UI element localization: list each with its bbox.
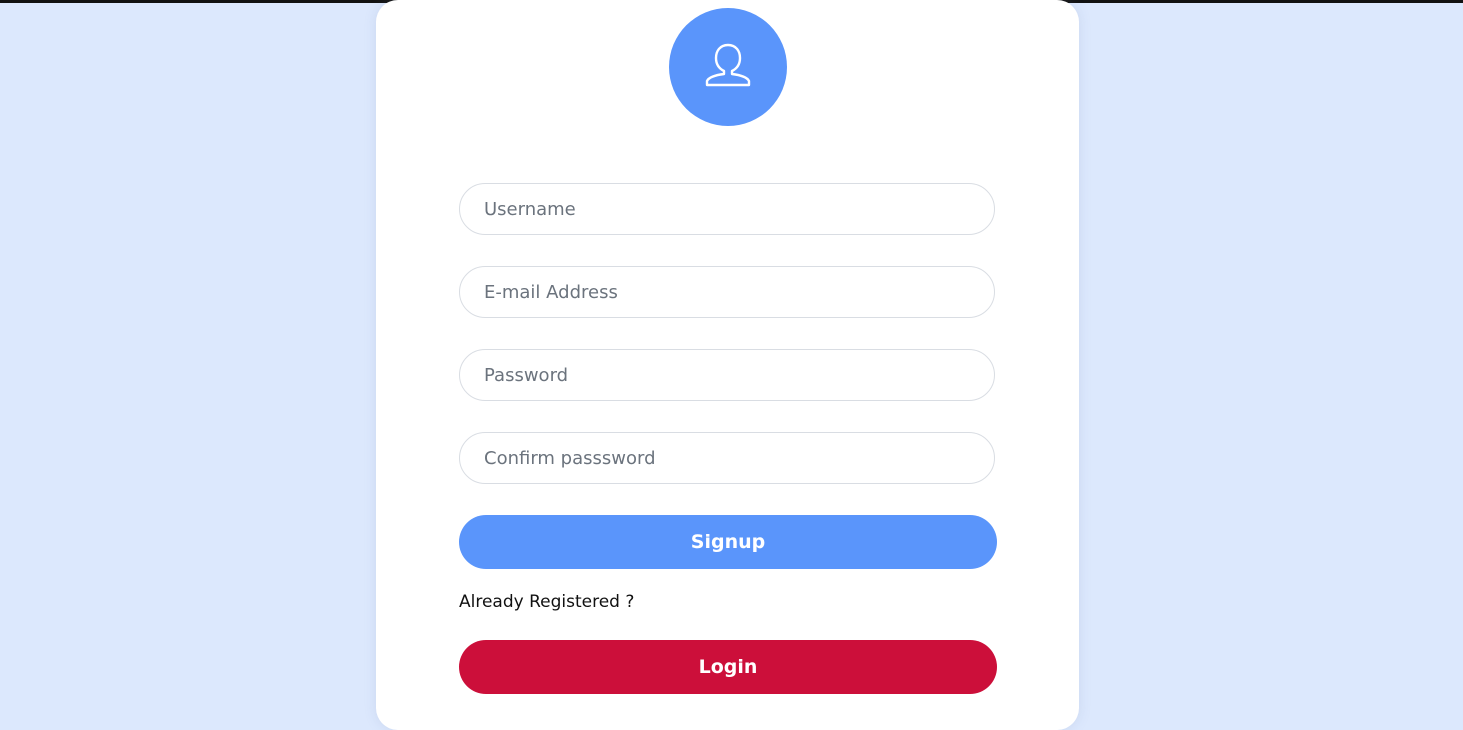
user-icon xyxy=(702,39,754,95)
confirm-password-input[interactable] xyxy=(459,432,995,484)
login-button[interactable]: Login xyxy=(459,640,997,694)
username-input[interactable] xyxy=(459,183,995,235)
signup-button[interactable]: Signup xyxy=(459,515,997,569)
email-input[interactable] xyxy=(459,266,995,318)
password-input[interactable] xyxy=(459,349,995,401)
already-registered-text: Already Registered ? xyxy=(459,592,635,612)
avatar xyxy=(669,8,787,126)
